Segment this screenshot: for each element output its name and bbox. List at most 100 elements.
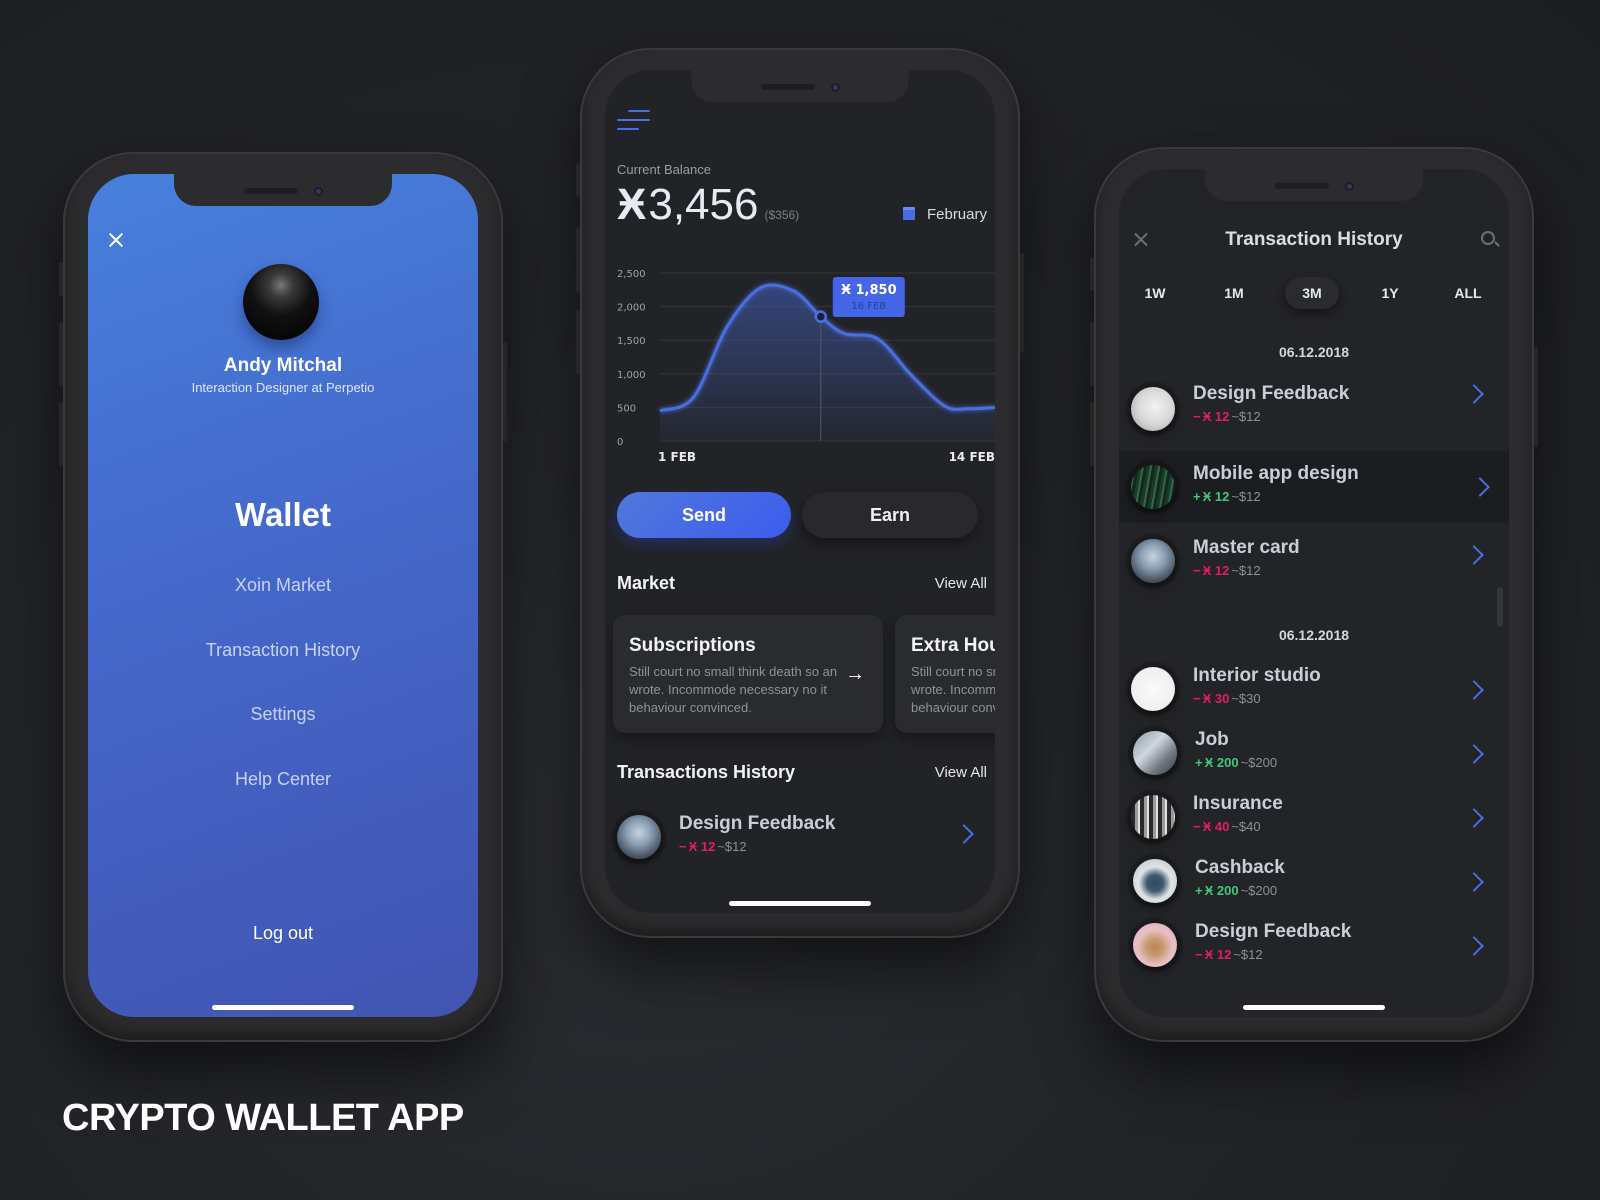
range-tab-1w[interactable]: 1W [1128,277,1182,309]
y-tick-label: 2,500 [617,269,646,280]
transaction-avatar [1133,859,1177,903]
chevron-right-icon[interactable] [1464,384,1484,404]
send-button[interactable]: Send [617,492,791,538]
transaction-avatar [1133,731,1177,775]
menu-item-transaction-history[interactable]: Transaction History [88,640,478,661]
chevron-right-icon[interactable] [954,824,974,844]
amount-coin: Ӿ 200 [1204,755,1239,770]
transaction-row[interactable]: Design Feedback − Ӿ 12 ~$12 [1119,915,1509,981]
transaction-row[interactable]: Design Feedback − Ӿ 12 ~$12 [605,805,995,871]
chevron-right-icon[interactable] [1464,872,1484,892]
transaction-avatar [1131,795,1175,839]
transaction-avatar [1131,667,1175,711]
menu-screen: Andy Mitchal Interaction Designer at Per… [88,174,478,1017]
chevron-right-icon[interactable] [1464,808,1484,828]
amount-sign: + [1193,489,1201,504]
chevron-right-icon[interactable] [1464,680,1484,700]
transaction-name: Master card [1193,537,1300,558]
phone-history-screen: Transaction History 1W 1M 3M 1Y ALL 06.1… [1090,147,1538,1042]
scrollbar[interactable] [1497,587,1503,627]
amount-usd: ~$200 [1240,883,1278,898]
chevron-right-icon[interactable] [1470,477,1490,497]
chart-point-selected[interactable] [814,310,828,323]
transaction-row[interactable]: Master card − Ӿ 12 ~$12 [1119,525,1509,601]
range-tab-3m[interactable]: 3M [1285,277,1339,309]
logout-button[interactable]: Log out [88,923,478,944]
menu-item-xoin-market[interactable]: Xoin Market [88,575,478,596]
range-tab-all[interactable]: ALL [1441,277,1495,309]
history-view-all-link[interactable]: View All [935,764,987,781]
mute-switch [576,163,580,197]
amount-sign: − [1193,691,1201,706]
amount-coin: Ӿ 12 [1202,409,1230,424]
volume-down-button [576,310,580,374]
transaction-row[interactable]: Job + Ӿ 200 ~$200 [1119,723,1509,789]
xoin-currency-icon: Ӿ [617,180,647,229]
chart-tooltip: Ӿ 1,850 16 FEB [832,277,905,317]
transaction-row[interactable]: Design Feedback − Ӿ 12 ~$12 [1119,369,1509,449]
transaction-amount: − Ӿ 12 ~$12 [1193,409,1261,424]
home-indicator[interactable] [729,901,871,906]
range-tab-1y[interactable]: 1Y [1363,277,1417,309]
y-tick-label: 0 [617,437,623,448]
menu-item-settings[interactable]: Settings [88,704,478,725]
transaction-row[interactable]: Cashback + Ӿ 200 ~$200 [1119,851,1509,917]
chevron-right-icon[interactable] [1464,936,1484,956]
range-tab-1m[interactable]: 1M [1207,277,1261,309]
transaction-name: Design Feedback [679,813,836,834]
speaker [1275,183,1329,189]
notch [691,70,909,102]
close-icon[interactable] [106,230,126,250]
transaction-name: Job [1195,729,1229,750]
phone-dashboard-screen: Current Balance Ӿ 3,456 ($356) February … [576,48,1024,938]
balance-chart[interactable]: 05001,0001,5002,0002,500 Ӿ 1,850 16 FEB … [605,255,995,475]
amount-coin: Ӿ 12 [1202,563,1230,578]
amount-coin: Ӿ 200 [1204,883,1239,898]
transaction-amount: − Ӿ 12 ~$12 [1193,563,1261,578]
balance-label: Current Balance [617,162,711,177]
tooltip-date: 16 FEB [851,301,886,312]
arrow-right-icon[interactable]: → [845,663,865,686]
market-view-all-link[interactable]: View All [935,575,987,592]
user-role: Interaction Designer at Perpetio [191,380,375,395]
earn-button[interactable]: Earn [802,492,978,538]
market-title: Market [617,573,676,593]
dashboard-screen: Current Balance Ӿ 3,456 ($356) February … [605,70,995,913]
transaction-row[interactable]: Interior studio − Ӿ 30 ~$30 [1119,659,1509,725]
month-selector[interactable]: February [902,206,987,223]
transaction-row[interactable]: Insurance − Ӿ 40 ~$40 [1119,787,1509,853]
volume-up-button [576,228,580,292]
amount-sign: − [1193,409,1201,424]
home-indicator[interactable] [1243,1005,1385,1010]
menu-item-help-center[interactable]: Help Center [88,769,478,790]
phone-menu-screen: Andy Mitchal Interaction Designer at Per… [59,152,507,1042]
hamburger-menu-icon[interactable] [617,110,651,134]
amount-usd: ~$12 [1231,563,1261,578]
notch [174,174,392,206]
market-card-subscriptions[interactable]: Subscriptions Still court no small think… [613,615,883,733]
camera [314,187,323,196]
chevron-right-icon[interactable] [1464,744,1484,764]
power-button [1534,347,1538,447]
search-icon[interactable] [1481,231,1495,245]
amount-usd: ~$12 [717,839,747,854]
transaction-amount: − Ӿ 30 ~$30 [1193,691,1261,706]
chevron-right-icon[interactable] [1464,545,1484,565]
volume-up-button [1090,322,1094,386]
volume-up-button [59,322,63,386]
power-button [1020,253,1024,353]
amount-coin: Ӿ 12 [688,839,716,854]
amount-sign: − [1193,563,1201,578]
transaction-amount: − Ӿ 12 ~$12 [679,839,747,854]
menu-title[interactable]: Wallet [88,496,478,534]
transaction-avatar [617,815,661,859]
transaction-amount: + Ӿ 200 ~$200 [1195,755,1277,770]
volume-down-button [1090,402,1094,466]
y-tick-label: 500 [617,403,636,414]
amount-coin: Ӿ 30 [1202,691,1230,706]
home-indicator[interactable] [212,1005,354,1010]
transaction-row[interactable]: Mobile app design + Ӿ 12 ~$12 [1119,451,1509,523]
volume-down-button [59,402,63,466]
x-tick-label: 14 FEB [949,450,995,464]
market-card-extra-hours[interactable]: Extra Hours Still court no small think d… [895,615,995,733]
